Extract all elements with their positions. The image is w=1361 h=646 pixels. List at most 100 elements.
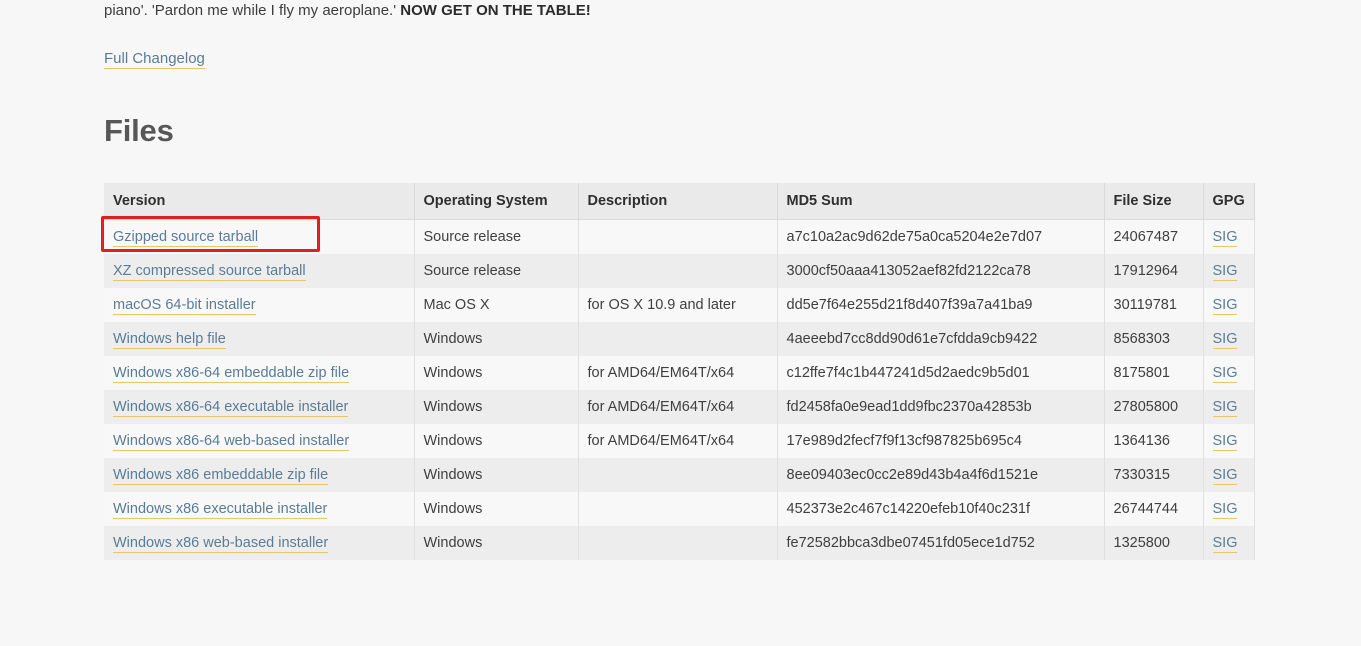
version-download-link[interactable]: Windows x86 executable installer	[113, 501, 327, 519]
full-changelog-wrapper: Full Changelog	[104, 49, 205, 69]
table-row: Windows x86 executable installer Windows 4…	[104, 492, 1254, 526]
cell-version: Windows x86-64 embeddable zip file	[104, 356, 414, 390]
cell-operating-system: Mac OS X	[414, 288, 578, 322]
cell-file-size: 7330315	[1104, 458, 1203, 492]
cell-gpg: SIG	[1203, 322, 1254, 356]
gpg-sig-link[interactable]: SIG	[1213, 399, 1238, 417]
gpg-sig-link[interactable]: SIG	[1213, 297, 1238, 315]
cell-md5-sum: dd5e7f64e255d21f8d407f39a7a41ba9	[777, 288, 1104, 322]
table-row: Windows x86-64 web-based installer Window…	[104, 424, 1254, 458]
cell-file-size: 27805800	[1104, 390, 1203, 424]
cell-gpg: SIG	[1203, 356, 1254, 390]
cell-operating-system: Source release	[414, 220, 578, 255]
cell-description	[578, 458, 777, 492]
cell-md5-sum: fe72582bbca3dbe07451fd05ece1d752	[777, 526, 1104, 560]
cell-operating-system: Windows	[414, 526, 578, 560]
changelog-paragraph: piano'. 'Pardon me while I fly my aeropl…	[104, 0, 1254, 22]
table-row: Windows help fileWindows4aeeebd7cc8dd90d…	[104, 322, 1254, 356]
gpg-sig-link[interactable]: SIG	[1213, 433, 1238, 451]
release-page: piano'. 'Pardon me while I fly my aeropl…	[0, 0, 1361, 646]
cell-version: Windows help file	[104, 322, 414, 356]
cell-operating-system: Windows	[414, 492, 578, 526]
cell-file-size: 8568303	[1104, 322, 1203, 356]
cell-md5-sum: 3000cf50aaa413052aef82fd2122ca78	[777, 254, 1104, 288]
cell-operating-system: Source release	[414, 254, 578, 288]
table-row: Windows x86-64 embeddable zip file Window…	[104, 356, 1254, 390]
column-header-version: Version	[104, 183, 414, 220]
cell-operating-system: Windows	[414, 356, 578, 390]
version-download-link[interactable]: Windows help file	[113, 331, 226, 349]
table-row: Gzipped source tarball Source release a7c1…	[104, 220, 1254, 255]
cell-description: for OS X 10.9 and later	[578, 288, 777, 322]
cell-gpg: SIG	[1203, 492, 1254, 526]
cell-md5-sum: 8ee09403ec0cc2e89d43b4a4f6d1521e	[777, 458, 1104, 492]
cell-file-size: 1364136	[1104, 424, 1203, 458]
cell-description	[578, 220, 777, 255]
cell-version: Gzipped source tarball	[104, 220, 414, 255]
cell-gpg: SIG	[1203, 390, 1254, 424]
gpg-sig-link[interactable]: SIG	[1213, 501, 1238, 519]
cell-gpg: SIG	[1203, 220, 1254, 255]
cell-operating-system: Windows	[414, 424, 578, 458]
changelog-paragraph-emphasis: NOW GET ON THE TABLE!	[400, 2, 591, 19]
cell-version: Windows x86 embeddable zip file	[104, 458, 414, 492]
gpg-sig-link[interactable]: SIG	[1213, 263, 1238, 281]
cell-md5-sum: c12ffe7f4c1b447241d5d2aedc9b5d01	[777, 356, 1104, 390]
version-download-link[interactable]: Windows x86 embeddable zip file	[113, 467, 328, 485]
column-header-md5: MD5 Sum	[777, 183, 1104, 220]
gpg-sig-link[interactable]: SIG	[1213, 535, 1238, 553]
files-table: Version Operating System Description MD5…	[104, 183, 1255, 560]
table-row: macOS 64-bit installer Mac OS Xfor OS X 1…	[104, 288, 1254, 322]
table-row: Windows x86 embeddable zip file Windows 8e…	[104, 458, 1254, 492]
cell-file-size: 1325800	[1104, 526, 1203, 560]
column-header-filesize: File Size	[1104, 183, 1203, 220]
cell-description	[578, 492, 777, 526]
cell-md5-sum: 17e989d2fecf7f9f13cf987825b695c4	[777, 424, 1104, 458]
cell-operating-system: Windows	[414, 390, 578, 424]
table-row: XZ compressed source tarball Source relea…	[104, 254, 1254, 288]
cell-version: Windows x86-64 executable installer	[104, 390, 414, 424]
cell-version: Windows x86-64 web-based installer	[104, 424, 414, 458]
cell-description: for AMD64/EM64T/x64	[578, 390, 777, 424]
cell-version: Windows x86 executable installer	[104, 492, 414, 526]
cell-file-size: 30119781	[1104, 288, 1203, 322]
column-header-os: Operating System	[414, 183, 578, 220]
cell-file-size: 26744744	[1104, 492, 1203, 526]
cell-operating-system: Windows	[414, 458, 578, 492]
cell-description: for AMD64/EM64T/x64	[578, 356, 777, 390]
column-header-description: Description	[578, 183, 777, 220]
version-download-link[interactable]: XZ compressed source tarball	[113, 263, 306, 281]
version-download-link[interactable]: Windows x86-64 web-based installer	[113, 433, 349, 451]
version-download-link[interactable]: Gzipped source tarball	[113, 229, 258, 247]
cell-md5-sum: fd2458fa0e9ead1dd9fbc2370a42853b	[777, 390, 1104, 424]
table-header-row: Version Operating System Description MD5…	[104, 183, 1254, 220]
version-download-link[interactable]: Windows x86-64 embeddable zip file	[113, 365, 349, 383]
cell-description	[578, 526, 777, 560]
files-section-heading: Files	[104, 113, 174, 149]
cell-description	[578, 322, 777, 356]
version-download-link[interactable]: Windows x86 web-based installer	[113, 535, 328, 553]
files-table-wrapper: Version Operating System Description MD5…	[104, 183, 1254, 560]
cell-gpg: SIG	[1203, 424, 1254, 458]
gpg-sig-link[interactable]: SIG	[1213, 467, 1238, 485]
cell-version: Windows x86 web-based installer	[104, 526, 414, 560]
cell-gpg: SIG	[1203, 288, 1254, 322]
files-table-header: Version Operating System Description MD5…	[104, 183, 1254, 220]
cell-description	[578, 254, 777, 288]
cell-version: XZ compressed source tarball	[104, 254, 414, 288]
gpg-sig-link[interactable]: SIG	[1213, 365, 1238, 383]
full-changelog-link[interactable]: Full Changelog	[104, 50, 205, 69]
cell-file-size: 24067487	[1104, 220, 1203, 255]
gpg-sig-link[interactable]: SIG	[1213, 331, 1238, 349]
cell-file-size: 17912964	[1104, 254, 1203, 288]
column-header-gpg: GPG	[1203, 183, 1254, 220]
cell-md5-sum: 452373e2c467c14220efeb10f40c231f	[777, 492, 1104, 526]
cell-md5-sum: a7c10a2ac9d62de75a0ca5204e2e7d07	[777, 220, 1104, 255]
table-row: Windows x86 web-based installer Windows fe…	[104, 526, 1254, 560]
gpg-sig-link[interactable]: SIG	[1213, 229, 1238, 247]
cell-gpg: SIG	[1203, 458, 1254, 492]
cell-gpg: SIG	[1203, 254, 1254, 288]
version-download-link[interactable]: Windows x86-64 executable installer	[113, 399, 348, 417]
cell-gpg: SIG	[1203, 526, 1254, 560]
version-download-link[interactable]: macOS 64-bit installer	[113, 297, 256, 315]
